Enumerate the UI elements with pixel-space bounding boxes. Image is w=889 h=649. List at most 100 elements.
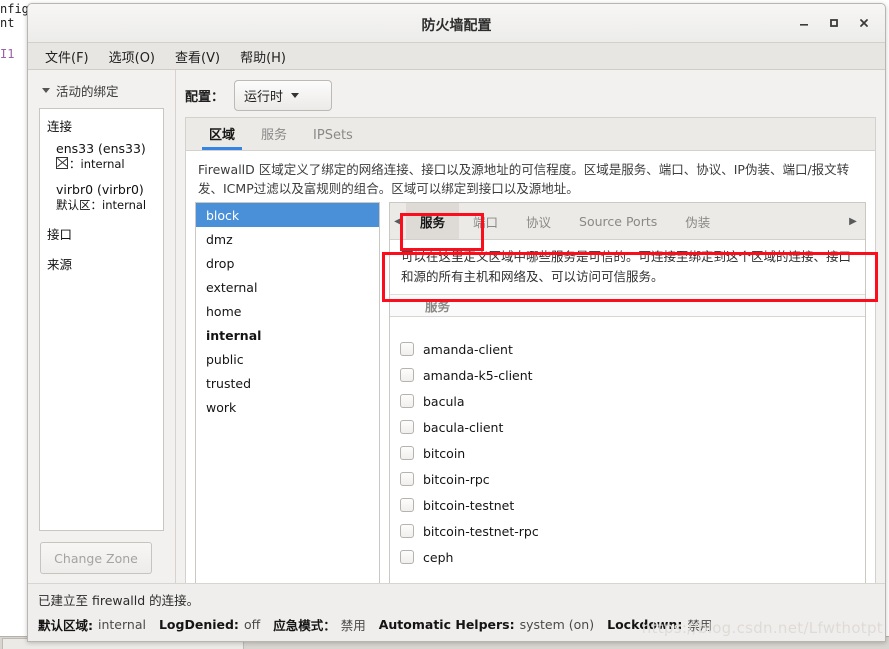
service-name: bitcoin-rpc <box>423 471 490 487</box>
subtabs-scroll-right-icon[interactable]: ▶ <box>845 216 861 227</box>
service-checkbox-cell[interactable] <box>390 394 423 408</box>
configuration-dropdown[interactable]: 运行时 <box>234 80 333 111</box>
checkbox-icon[interactable] <box>399 524 414 538</box>
zone-item-dmz[interactable]: dmz <box>196 227 379 251</box>
tab-ipsets[interactable]: IPSets <box>300 123 366 150</box>
service-name: bitcoin <box>423 445 466 461</box>
service-checkbox-cell[interactable] <box>390 420 423 434</box>
zone-item-public[interactable]: public <box>196 347 379 371</box>
service-name: bacula <box>423 393 465 409</box>
service-name: ceph <box>423 549 454 565</box>
table-row[interactable]: bitcoin-rpc <box>390 466 865 492</box>
menu-item-view[interactable]: 查看(V) <box>166 44 229 69</box>
service-checkbox-cell[interactable] <box>390 446 423 460</box>
table-row[interactable]: bitcoin-testnet-rpc <box>390 518 865 544</box>
active-bindings-pane: 活动的绑定 连接 ens33 (ens33) ：internal virbr0 … <box>28 70 176 611</box>
service-checkbox-cell[interactable] <box>390 368 423 382</box>
binding-connection-virbr0-zone-label: 默认区 <box>56 198 91 212</box>
menu-item-file[interactable]: 文件(F) <box>36 44 98 69</box>
zone-item-external[interactable]: external <box>196 275 379 299</box>
service-name: bitcoin-testnet-rpc <box>423 523 539 539</box>
configuration-row: 配置： 运行时 <box>176 70 885 120</box>
zone-content-split: block dmz drop external home internal pu… <box>195 202 866 592</box>
zone-item-drop[interactable]: drop <box>196 251 379 275</box>
zone-item-block[interactable]: block <box>196 203 379 227</box>
service-checkbox-cell[interactable] <box>390 472 423 486</box>
binding-connection-ens33-zone-value: ：internal <box>69 157 125 171</box>
table-row[interactable]: amanda-k5-client <box>390 362 865 388</box>
table-row[interactable]: bitcoin-testnet <box>390 492 865 518</box>
bindings-list[interactable]: 连接 ens33 (ens33) ：internal virbr0 (virbr… <box>39 108 164 531</box>
service-name: amanda-client <box>423 341 513 357</box>
change-zone-button[interactable]: Change Zone <box>40 542 152 574</box>
service-checkbox-cell[interactable] <box>390 498 423 512</box>
table-row[interactable]: bacula <box>390 388 865 414</box>
titlebar[interactable]: 防火墙配置 <box>28 4 885 43</box>
binding-connection-virbr0-zone: 默认区：internal <box>56 198 147 212</box>
binding-connection-virbr0-name[interactable]: virbr0 (virbr0) <box>40 177 163 197</box>
table-row[interactable]: bitcoin <box>390 440 865 466</box>
main-pane: 配置： 运行时 区域 服务 IPSets FirewallD 区域定义了绑定的网… <box>176 70 885 611</box>
checkbox-icon[interactable] <box>399 472 414 486</box>
services-header-name: 服务 <box>425 299 451 314</box>
zone-description: FirewallD 区域定义了绑定的网络连接、接口以及源地址的可信程度。区域是服… <box>198 162 850 197</box>
status-automatic-helpers-key: Automatic Helpers: <box>378 617 515 632</box>
subtab-ports[interactable]: 端口 <box>459 203 512 240</box>
checkbox-icon[interactable] <box>399 498 414 512</box>
minimize-icon[interactable] <box>791 12 817 34</box>
window-controls <box>791 12 877 34</box>
menubar: 文件(F) 选项(O) 查看(V) 帮助(H) <box>28 43 885 70</box>
table-row[interactable]: bacula-client <box>390 414 865 440</box>
status-panic-mode-value: 禁用 <box>340 618 366 633</box>
checkbox-icon[interactable] <box>399 368 414 382</box>
tab-zones[interactable]: 区域 <box>196 119 248 150</box>
service-checkbox-cell[interactable] <box>390 550 423 564</box>
checkbox-icon[interactable] <box>399 394 414 408</box>
active-bindings-header[interactable]: 活动的绑定 <box>28 70 175 109</box>
tab-services[interactable]: 服务 <box>248 119 300 150</box>
status-automatic-helpers-value: system (on) <box>519 617 595 632</box>
maximize-icon[interactable] <box>821 12 847 34</box>
zone-item-trusted[interactable]: trusted <box>196 371 379 395</box>
subtab-protocols[interactable]: 协议 <box>512 203 565 240</box>
active-bindings-label: 活动的绑定 <box>56 84 119 99</box>
bindings-group-sources: 来源 <box>47 257 73 272</box>
subtab-source-ports[interactable]: Source Ports <box>565 205 671 238</box>
background-terminal-line-2: nt <box>0 16 15 30</box>
subtab-masquerade[interactable]: 伪装 <box>671 203 724 240</box>
table-row[interactable]: ceph <box>390 544 865 570</box>
subtab-services[interactable]: 服务 <box>406 203 460 239</box>
checkbox-icon[interactable] <box>399 420 414 434</box>
checkbox-icon[interactable] <box>399 342 414 356</box>
services-list[interactable]: amanda-client amanda-k5-client bacula ba… <box>390 336 865 591</box>
zone-list[interactable]: block dmz drop external home internal pu… <box>195 202 380 592</box>
binding-connection-virbr0-zone-value: internal <box>102 198 147 212</box>
zone-item-work[interactable]: work <box>196 395 379 419</box>
connection-status-message: 已建立至 firewalld 的连接。 <box>38 593 200 608</box>
service-name: bacula-client <box>423 419 504 435</box>
status-default-zone-value: internal <box>98 617 146 632</box>
close-icon[interactable] <box>851 12 877 34</box>
zone-item-internal[interactable]: internal <box>196 323 379 347</box>
checkbox-icon[interactable] <box>399 446 414 460</box>
status-default-zone-key: 默认区域: <box>38 618 93 633</box>
service-checkbox-cell[interactable] <box>390 524 423 538</box>
checkbox-icon[interactable] <box>399 550 414 564</box>
subtabs-scroll-left-icon[interactable]: ◀ <box>390 216 406 227</box>
table-row[interactable]: amanda-client <box>390 336 865 362</box>
main-tabs: 区域 服务 IPSets <box>186 118 875 151</box>
service-checkbox-cell[interactable] <box>390 342 423 356</box>
main-notebook: 区域 服务 IPSets FirewallD 区域定义了绑定的网络连接、接口以及… <box>185 117 876 602</box>
zone-item-home[interactable]: home <box>196 299 379 323</box>
chevron-down-icon <box>291 93 300 98</box>
service-name: amanda-k5-client <box>423 367 533 383</box>
binding-connection-ens33-name[interactable]: ens33 (ens33) <box>40 136 163 156</box>
menu-item-help[interactable]: 帮助(H) <box>231 44 295 69</box>
service-name: bitcoin-testnet <box>423 497 515 513</box>
services-table-header: 服务 <box>390 294 865 317</box>
zone-settings-panel: ◀ 服务 端口 协议 Source Ports 伪装 ▶ 可以在这里定义区域中哪… <box>389 202 866 592</box>
configuration-label: 配置： <box>185 90 225 105</box>
chevron-down-icon <box>42 88 50 93</box>
menu-item-options[interactable]: 选项(O) <box>100 44 164 69</box>
zone-settings-subtabs: ◀ 服务 端口 协议 Source Ports 伪装 ▶ <box>390 203 865 240</box>
